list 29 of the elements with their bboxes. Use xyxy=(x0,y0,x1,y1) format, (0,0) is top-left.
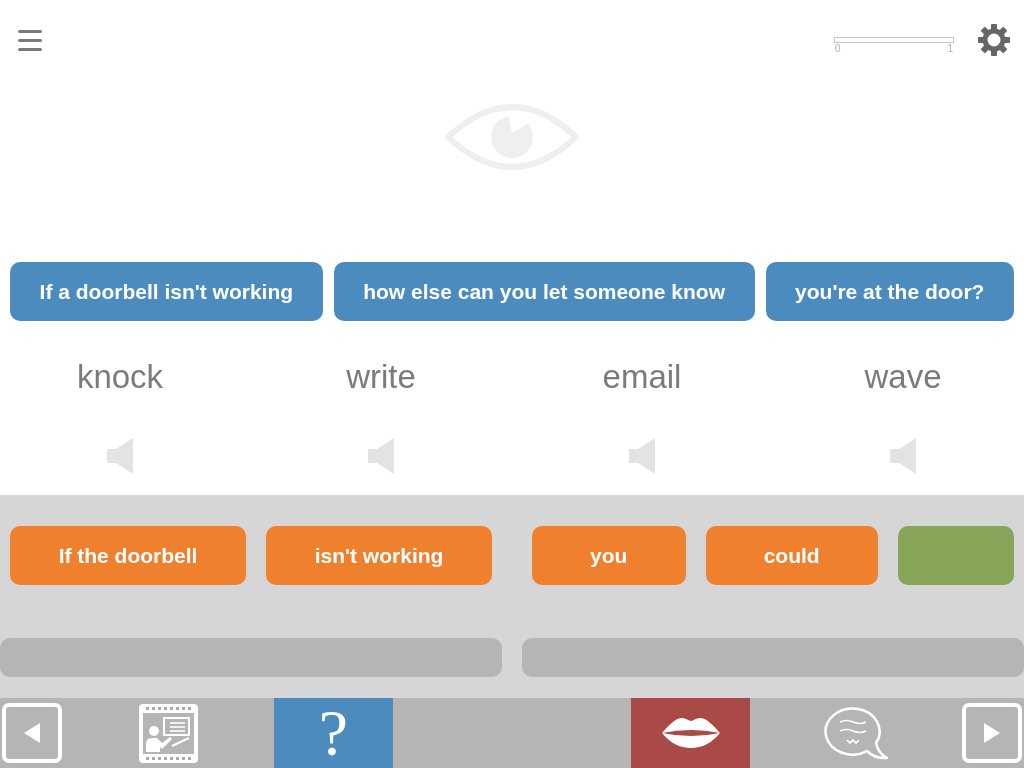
scale-label: 0 xyxy=(835,43,841,54)
word-tile[interactable]: If the doorbell xyxy=(10,526,247,585)
word-choice[interactable]: wave xyxy=(864,357,942,397)
word-tile[interactable]: could xyxy=(705,526,878,585)
back-button[interactable] xyxy=(2,703,62,763)
menu-icon[interactable] xyxy=(18,29,42,51)
help-button[interactable]: ? xyxy=(274,698,393,768)
lips-icon xyxy=(661,717,720,749)
settings-icon[interactable] xyxy=(978,24,1010,56)
scale-label: 1 xyxy=(947,43,953,54)
word-tile[interactable]: you xyxy=(532,526,686,585)
presentation-icon[interactable] xyxy=(138,703,198,763)
speak-button[interactable] xyxy=(631,698,750,768)
speaker-icon[interactable] xyxy=(368,438,394,474)
triangle-right-icon xyxy=(984,723,1000,743)
prompt-chip: how else can you let someone know xyxy=(333,262,755,321)
speaker-icon[interactable] xyxy=(890,438,916,474)
prompt-chip: you're at the door? xyxy=(765,262,1014,321)
speaker-icon[interactable] xyxy=(107,438,133,474)
word-choice[interactable]: write xyxy=(346,357,416,397)
forward-button[interactable] xyxy=(962,703,1022,763)
blank-tile[interactable] xyxy=(897,526,1014,585)
triangle-left-icon xyxy=(24,723,40,743)
prompt-chip: If a doorbell isn't working xyxy=(10,262,323,321)
word-choice[interactable]: email xyxy=(602,357,682,397)
word-tile[interactable]: isn't working xyxy=(266,526,492,585)
speech-bubble-icon[interactable] xyxy=(823,705,889,761)
word-choice[interactable]: knock xyxy=(76,357,164,397)
speaker-icon[interactable] xyxy=(629,438,655,474)
